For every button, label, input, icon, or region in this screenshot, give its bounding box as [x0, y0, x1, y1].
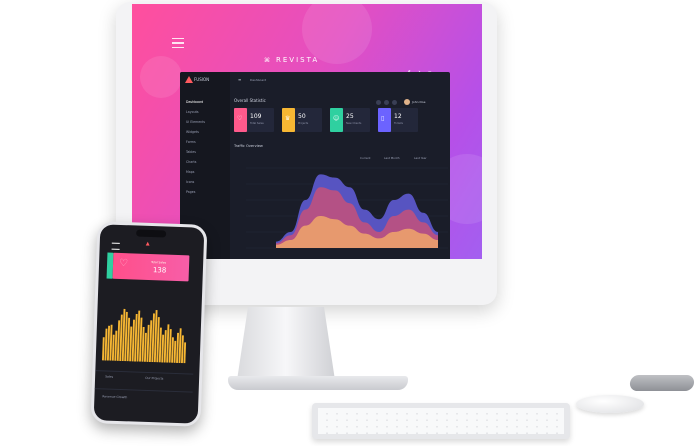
phone-bar: [109, 324, 113, 361]
hamburger-icon[interactable]: [172, 38, 184, 48]
dashboard-logo-icon: [185, 76, 193, 83]
legend-item[interactable]: Current: [360, 156, 371, 160]
phone-bar: [129, 326, 133, 362]
trackpad: [629, 375, 695, 391]
phone-hamburger-icon[interactable]: [111, 242, 120, 250]
legend-item[interactable]: Last Month: [384, 156, 399, 160]
phone-bar: [143, 332, 147, 362]
phone-bar: [173, 340, 177, 363]
avatar[interactable]: [404, 99, 410, 105]
phone-bar: [176, 332, 179, 364]
phone-bar: [102, 337, 105, 361]
menu-toggle-icon[interactable]: ≡: [238, 77, 241, 82]
sidebar-item-widgets[interactable]: Widgets: [186, 130, 199, 134]
stat-label: Total Sales: [250, 122, 264, 125]
phone-bar: [168, 329, 172, 363]
phone-bar: [141, 326, 145, 362]
mouse: [576, 395, 644, 413]
stat-label: Tickets: [394, 122, 404, 125]
stat-value: 12: [394, 113, 402, 120]
dashboard-panel: FUSION Dashboard Layouts Ui Elements Wid…: [180, 72, 450, 259]
chart-title: Traffic Overview: [234, 144, 263, 148]
phone-bar: [178, 328, 182, 364]
phone-notch: [136, 229, 167, 238]
keyboard: [312, 403, 570, 439]
stat-card[interactable]: ♡ 109 Total Sales: [234, 108, 274, 132]
phone-bar: [171, 337, 174, 363]
section-title: Overall Statistic: [234, 98, 266, 103]
settings-icon[interactable]: [392, 100, 397, 105]
phone-bar: [181, 335, 184, 364]
screen-bubble: [302, 4, 372, 64]
user-icon: ☺: [333, 115, 340, 122]
screen-bubble: [140, 56, 182, 98]
phone-footer-label: Sales: [105, 374, 114, 379]
phone-bar: [158, 327, 162, 363]
sidebar-item-charts[interactable]: Charts: [186, 160, 196, 164]
stat-label: New Clients: [346, 122, 362, 125]
sidebar-item-dashboard[interactable]: Dashboard: [186, 100, 203, 104]
message-icon[interactable]: [384, 100, 389, 105]
sidebar-item-forms[interactable]: Forms: [186, 140, 196, 144]
monitor-stand-neck: [236, 307, 336, 387]
phone-footer-label: Our Projects: [145, 375, 164, 381]
keyboard-keys: [318, 408, 564, 434]
sidebar-item-icons[interactable]: Icons: [186, 180, 194, 184]
user-name: John Doe: [412, 100, 426, 104]
dashboard-logo-text: FUSION: [194, 77, 210, 82]
sidebar-item-layouts[interactable]: Layouts: [186, 110, 199, 114]
phone-logo-icon: ▲: [145, 240, 150, 247]
heart-icon: ♡: [237, 115, 243, 122]
phone-bar: [163, 330, 167, 363]
divider: [94, 388, 193, 393]
sidebar-item-ui-elements[interactable]: Ui Elements: [186, 120, 205, 124]
monitor-stand-base: [228, 376, 408, 390]
breadcrumb: Dashboard: [250, 78, 267, 82]
stat-value: 109: [250, 113, 262, 120]
phone: ▲ ♡ Total Sales 138 Sales Our Projects R…: [90, 221, 208, 427]
phone-bar: [161, 334, 165, 363]
stat-card-tile: [378, 108, 391, 132]
phone-bar: [111, 334, 115, 361]
phone-stat-label: Total Sales: [151, 260, 167, 265]
notification-icon[interactable]: [376, 100, 381, 105]
traffic-area-chart: [246, 167, 448, 249]
phone-stat-value: 138: [152, 266, 167, 275]
stat-card[interactable]: ☺ 25 New Clients: [330, 108, 370, 132]
phone-icon: ▯: [381, 115, 385, 122]
trophy-icon: ♛: [285, 115, 291, 122]
phone-bar: [104, 328, 108, 361]
sidebar-item-pages[interactable]: Pages: [186, 190, 195, 194]
brand-name: REVISTA: [276, 56, 320, 64]
phone-bar: [106, 325, 111, 361]
stat-card[interactable]: ♛ 50 Projects: [282, 108, 322, 132]
stat-card[interactable]: ▯ 12 Tickets: [378, 108, 418, 132]
monitor-screen: ⌘ REVISTA f ✈ ◎ FUSION Dashboard Layouts…: [132, 4, 482, 259]
sidebar-item-maps[interactable]: Maps: [186, 170, 194, 174]
phone-bar: [183, 342, 187, 364]
phone-bottom-label: Revenue Growth: [102, 394, 128, 400]
legend-item[interactable]: Last Year: [414, 156, 427, 160]
sidebar-item-tables[interactable]: Tables: [186, 150, 196, 154]
stat-value: 50: [298, 113, 306, 120]
phone-bar: [114, 330, 118, 361]
stat-label: Projects: [298, 122, 309, 125]
brand-logo-icon: ⌘: [264, 57, 270, 64]
phone-bar-chart: [102, 308, 187, 364]
heart-icon: ♡: [118, 257, 129, 270]
stat-value: 25: [346, 113, 354, 120]
